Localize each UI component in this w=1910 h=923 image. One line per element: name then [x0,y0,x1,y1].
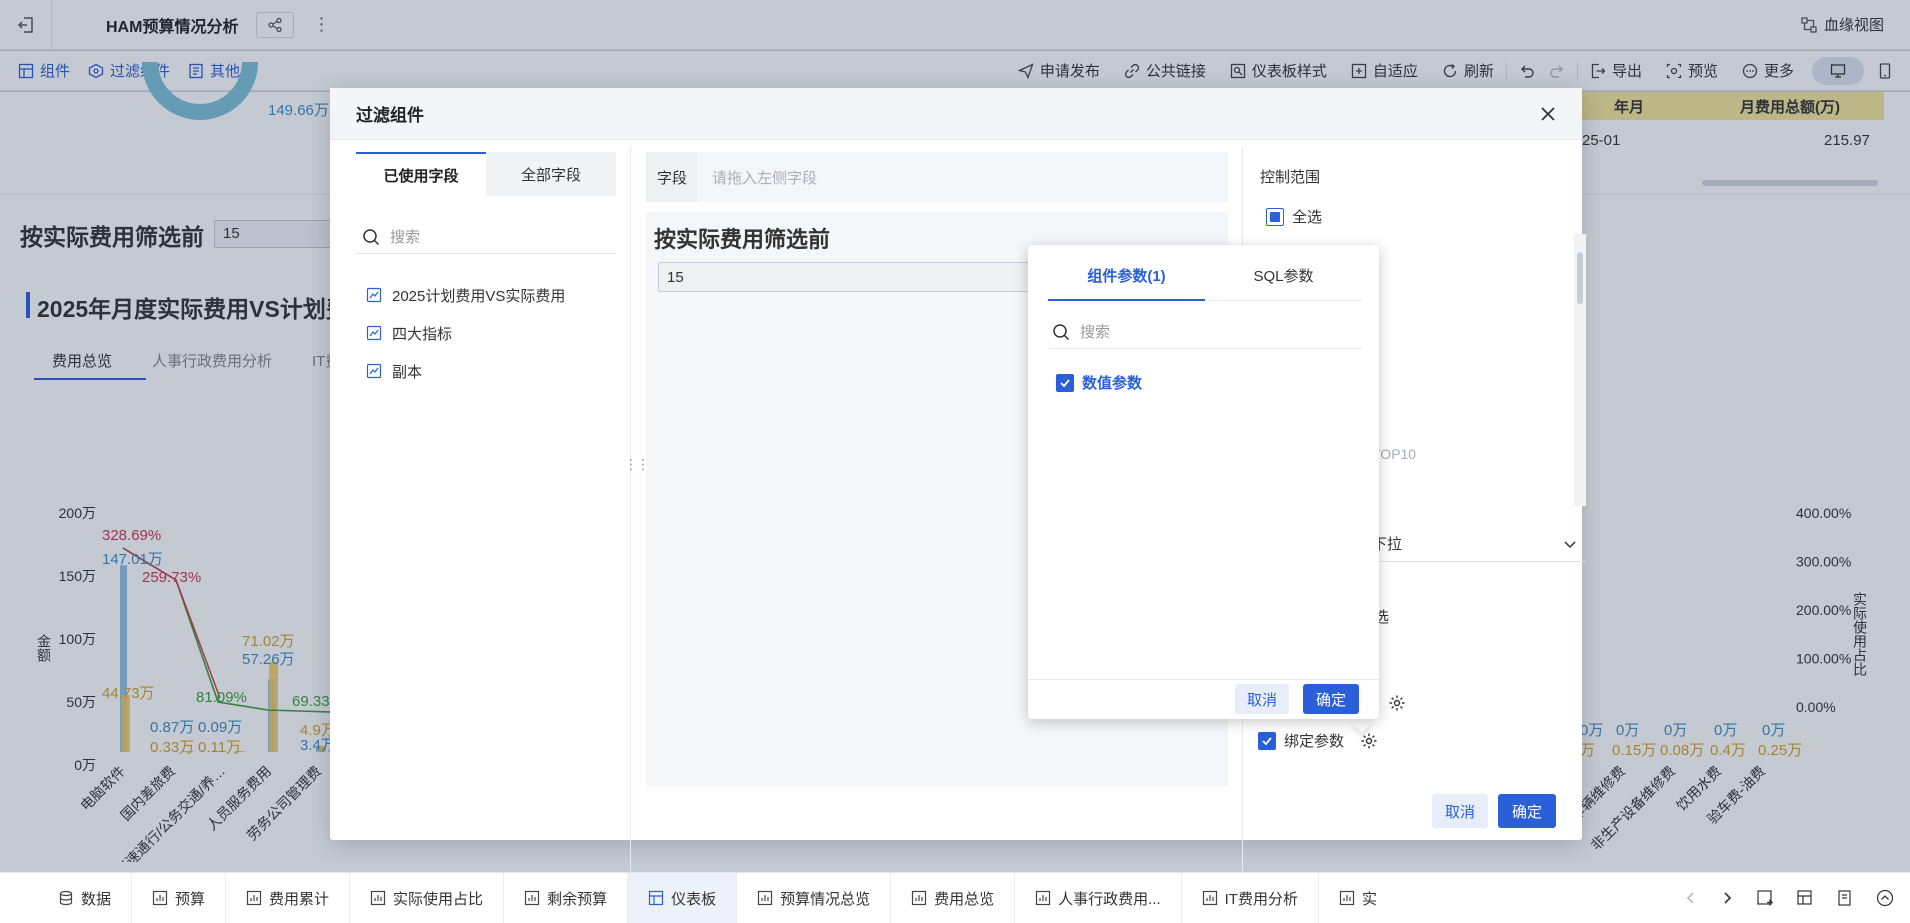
tab-budget-overview[interactable]: 预算情况总览 [737,872,892,923]
tab-all-fields[interactable]: 全部字段 [486,152,616,196]
gear-icon[interactable] [1360,732,1378,750]
sheet-icon [1036,890,1051,906]
checkbox-checked-icon [1258,731,1276,750]
tab-sql-params[interactable]: SQL参数 [1205,265,1362,301]
sheet-icon [1202,890,1217,906]
dataset-item[interactable]: 四大指标 [366,314,565,352]
search-icon [363,228,380,245]
panel-divider [630,148,631,872]
popover-ok-button[interactable]: 确定 [1303,684,1359,714]
chevron-right-icon[interactable] [1720,891,1734,905]
dataset-item-label: 四大指标 [392,325,453,343]
sheet-icon [1339,890,1355,906]
gear-icon[interactable] [1388,694,1406,712]
dashboard-icon [648,890,664,906]
bind-param-checkbox[interactable]: 绑定参数 [1258,730,1378,751]
dialog-title: 过滤组件 [356,106,424,125]
tab-label: 人事行政费用... [1058,890,1161,908]
tab-usage-ratio[interactable]: 实际使用占比 [350,872,505,923]
param-tabs: 组件参数(1) SQL参数 [1048,265,1362,301]
checkbox-checked-icon [1056,373,1074,392]
dialog-header: 过滤组件 [330,88,1582,140]
add-sheet-icon[interactable] [1756,889,1774,907]
tab-label: 实际使用占比 [393,890,484,908]
tab-dashboard[interactable]: 仪表板 [628,872,738,923]
collapse-up-icon[interactable] [1876,889,1894,907]
chevron-down-icon [1564,540,1576,548]
tab-cumulative-cost[interactable]: 费用累计 [226,872,351,923]
tab-hr-admin[interactable]: 人事行政费用... [1015,872,1182,923]
dataset-item-label: 副本 [392,363,423,381]
field-label: 字段 [646,152,698,202]
tab-it-cost[interactable]: IT费用分析 [1182,872,1319,923]
filter-component-dialog: 过滤组件 已使用字段 全部字段 搜索 2025计划费用VS实际费用 四大指标 副… [330,88,1586,872]
add-report-icon[interactable] [1836,889,1854,907]
tab-remaining-budget[interactable]: 剩余预算 [504,872,629,923]
chart-dataset-icon [366,363,382,379]
chart-dataset-icon [366,287,382,303]
tab-label: 数据 [81,890,112,908]
select-all-label: 全选 [1292,209,1323,226]
param-item-checkbox[interactable]: 数值参数 [1056,372,1142,393]
dataset-item[interactable]: 副本 [366,352,565,390]
sheet-icon [370,890,386,906]
sheet-icon [757,890,773,906]
tab-budget[interactable]: 预算 [132,872,227,923]
tab-label: 实 [1361,890,1377,908]
chart-dataset-icon [366,325,382,341]
tab-component-params[interactable]: 组件参数(1) [1048,265,1205,301]
param-binding-popover: 组件参数(1) SQL参数 搜索 数值参数 取消 确定 [1028,245,1379,719]
close-icon[interactable] [1536,102,1560,126]
popover-cancel-button[interactable]: 取消 [1235,684,1289,714]
resize-handle-icon[interactable]: ⋮⋮ [624,456,650,473]
sheet-icon [912,890,927,906]
field-tabs: 已使用字段 全部字段 [356,152,616,196]
dataset-list: 2025计划费用VS实际费用 四大指标 副本 [366,276,565,390]
field-search-input[interactable]: 搜索 [356,220,616,254]
field-search-placeholder: 搜索 [390,229,421,246]
indeterminate-checkbox-icon [1266,207,1284,226]
sheet-icon [246,890,262,906]
tab-label: 费用累计 [269,890,330,908]
scope-scrollbar[interactable] [1574,234,1586,506]
tab-used-fields[interactable]: 已使用字段 [356,152,486,196]
chevron-left-icon[interactable] [1684,891,1698,905]
bind-param-label: 绑定参数 [1284,733,1345,750]
tab-label: 预算 [175,890,206,908]
tab-label: 仪表板 [671,890,717,908]
sheet-icon [152,890,168,906]
database-icon [59,890,73,906]
dataset-item[interactable]: 2025计划费用VS实际费用 [366,276,565,314]
tab-truncated[interactable]: 实 [1319,873,1383,923]
param-search-input[interactable]: 搜索 [1048,315,1362,349]
tab-label: IT费用分析 [1224,890,1298,908]
preview-title: 按实际费用筛选前 [654,227,831,252]
field-placeholder: 请拖入左侧字段 [712,169,818,187]
dialog-cancel-button[interactable]: 取消 [1432,794,1488,828]
dialog-ok-button[interactable]: 确定 [1498,794,1556,828]
search-icon [1053,323,1070,340]
control-scope-label: 控制范围 [1260,169,1321,186]
sheet-icon [524,890,540,906]
field-drop-zone[interactable]: 字段 请拖入左侧字段 [646,152,1228,202]
tab-cost-overview[interactable]: 费用总览 [891,872,1016,923]
param-item-label: 数值参数 [1082,375,1143,392]
tab-data[interactable]: 数据 [0,872,133,923]
dataset-item-label: 2025计划费用VS实际费用 [392,287,566,305]
tab-label: 费用总览 [934,890,995,908]
select-all-checkbox[interactable]: 全选 [1266,206,1322,227]
tab-label: 预算情况总览 [780,890,871,908]
sheet-tab-bar: 数据 预算 费用累计 实际使用占比 剩余预算 仪表板 预算情况总览 费用总览 人… [0,872,1910,923]
param-search-placeholder: 搜索 [1080,324,1111,341]
tab-label: 剩余预算 [547,890,608,908]
add-dashboard-icon[interactable] [1796,889,1814,907]
